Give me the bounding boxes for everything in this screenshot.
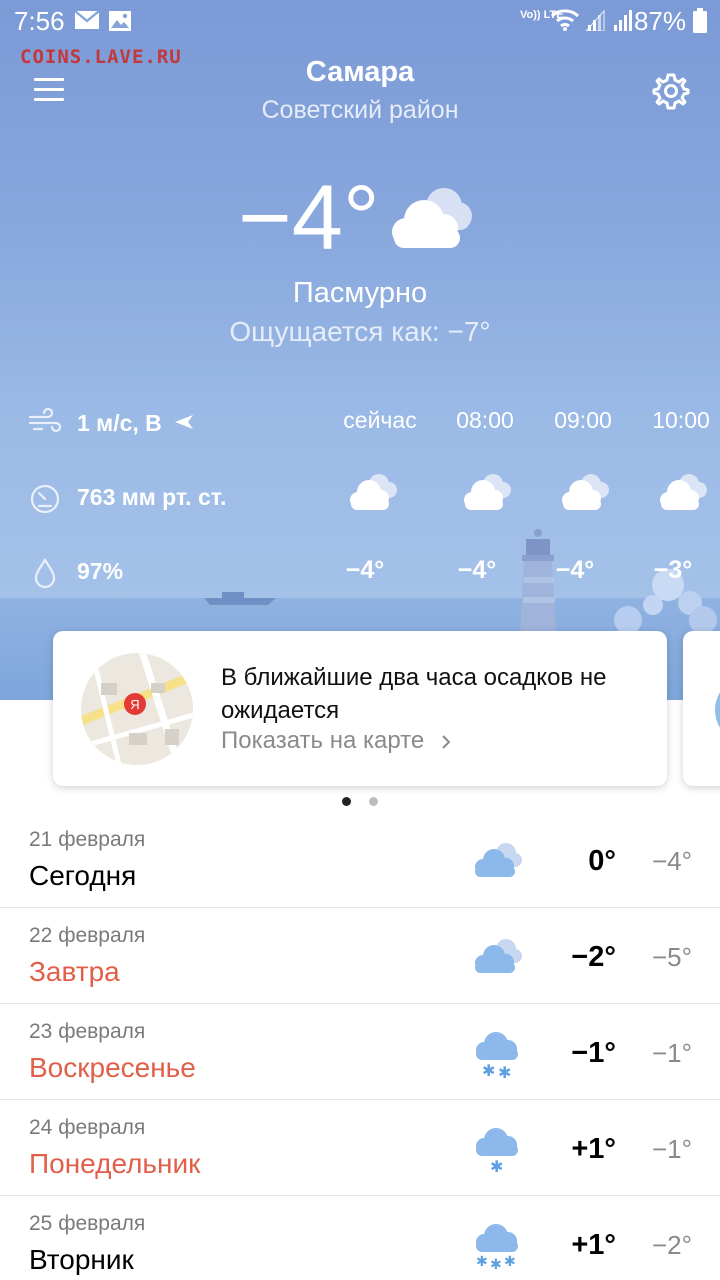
weather-hero: 7:56 Vo)) LTE 87% COINS.LAVE.RU Самара С… <box>0 0 720 700</box>
forecast-low: −1° <box>651 1134 692 1164</box>
ship-illustration <box>204 592 276 605</box>
next-card-preview[interactable] <box>683 631 720 786</box>
map-thumbnail[interactable]: Я <box>81 653 193 765</box>
show-on-map-link[interactable]: Показать на карте <box>221 727 451 755</box>
pressure-value: 763 мм рт. ст. <box>77 484 227 510</box>
heavy-snow-icon: ✱ ✱ ✱ <box>476 1224 518 1270</box>
condition-text: Пасмурно <box>292 277 428 309</box>
forecast-high: +1° <box>571 1229 616 1261</box>
precipitation-card[interactable]: Я В ближайшие два часа осадков не ожидае… <box>53 631 667 786</box>
chevron-right-icon <box>442 734 451 749</box>
cloudy-icon <box>562 474 609 510</box>
hourly-time-label: 10:00 <box>652 407 710 433</box>
forecast-day-row[interactable]: 21 февраля Сегодня 0° −4° <box>0 812 720 908</box>
wifi-icon <box>550 9 580 31</box>
forecast-date: 24 февраля <box>29 1116 146 1139</box>
forecast-day-row[interactable]: 22 февраля Завтра −2° −5° <box>0 908 720 1004</box>
battery-percent: 87% <box>633 6 686 36</box>
forecast-day-name: Завтра <box>29 956 120 987</box>
hourly-temp: −4° <box>457 556 497 584</box>
forecast-day-name: Сегодня <box>29 860 137 891</box>
forecast-low: −5° <box>651 942 692 972</box>
svg-text:✱: ✱ <box>476 1254 488 1270</box>
cloudy-icon <box>660 474 707 510</box>
mail-icon <box>74 10 100 29</box>
forecast-day-name: Воскресенье <box>29 1052 196 1083</box>
forecast-date: 23 февраля <box>29 1020 146 1043</box>
forecast-day-name: Понедельник <box>29 1148 201 1179</box>
hourly-temp: −3° <box>653 556 693 584</box>
svg-text:✱: ✱ <box>482 1061 495 1078</box>
forecast-date: 25 февраля <box>29 1212 146 1235</box>
cloudy-icon <box>350 474 397 510</box>
wind-icon <box>28 408 62 433</box>
next-card-graphic <box>715 692 720 728</box>
humidity-drop-icon <box>34 557 56 589</box>
precipitation-message: В ближайшие два часа осадков не ожидаетс… <box>221 664 607 724</box>
hourly-temp: −4° <box>555 556 595 584</box>
light-snow-icon: ✱ <box>476 1128 518 1174</box>
forecast-high: 0° <box>588 845 616 877</box>
cloudy-icon <box>475 939 522 973</box>
forecast-high: +1° <box>571 1133 616 1165</box>
forecast-date: 21 февраля <box>29 828 146 851</box>
city-title: Самара <box>305 56 415 88</box>
map-pin-label: Я <box>130 697 139 712</box>
forecast-low: −2° <box>651 1230 692 1260</box>
forecast-day-name: Вторник <box>29 1244 134 1275</box>
forecast-day-row[interactable]: 23 февраля Воскресенье ✱ ✱ −1° −1° <box>0 1004 720 1100</box>
pager-dot[interactable] <box>369 797 378 806</box>
hourly-time-label: 08:00 <box>456 407 514 433</box>
forecast-low: −1° <box>651 1038 692 1068</box>
svg-text:✱: ✱ <box>504 1254 516 1270</box>
current-temperature: −4° <box>238 167 380 269</box>
battery-icon <box>693 8 707 33</box>
snow-icon: ✱ ✱ <box>476 1032 518 1078</box>
hourly-time-label: сейчас <box>343 407 417 433</box>
status-time: 7:56 <box>14 6 65 36</box>
hourly-time-label: 09:00 <box>554 407 612 433</box>
cloudy-icon <box>392 188 472 248</box>
pager-dot-active[interactable] <box>342 797 351 806</box>
image-icon <box>109 11 131 31</box>
signal-icon <box>585 9 632 31</box>
humidity-value: 97% <box>77 558 124 584</box>
hourly-temp: −4° <box>345 556 385 584</box>
svg-text:✱: ✱ <box>490 1157 503 1174</box>
forecast-day-row[interactable]: 24 февраля Понедельник ✱ +1° −1° <box>0 1100 720 1196</box>
wind-value: 1 м/с, В <box>77 410 162 436</box>
forecast-high: −2° <box>571 941 616 973</box>
pressure-gauge-icon <box>30 484 60 514</box>
forecast-high: −1° <box>571 1037 616 1069</box>
wind-direction-arrow-icon <box>175 415 193 429</box>
settings-gear-icon[interactable] <box>652 72 690 110</box>
forecast-date: 22 февраля <box>29 924 146 947</box>
cloudy-icon <box>475 843 522 877</box>
svg-text:✱: ✱ <box>490 1257 502 1270</box>
feels-like-text: Ощущается как: −7° <box>229 316 491 347</box>
status-bar: 7:56 Vo)) LTE 87% <box>0 0 720 42</box>
forecast-day-row[interactable]: 25 февраля Вторник ✱ ✱ ✱ +1° −2° <box>0 1196 720 1280</box>
district-subtitle[interactable]: Советский район <box>0 96 720 125</box>
forecast-low: −4° <box>651 846 692 876</box>
cloudy-icon <box>464 474 511 510</box>
svg-text:✱: ✱ <box>498 1063 511 1078</box>
